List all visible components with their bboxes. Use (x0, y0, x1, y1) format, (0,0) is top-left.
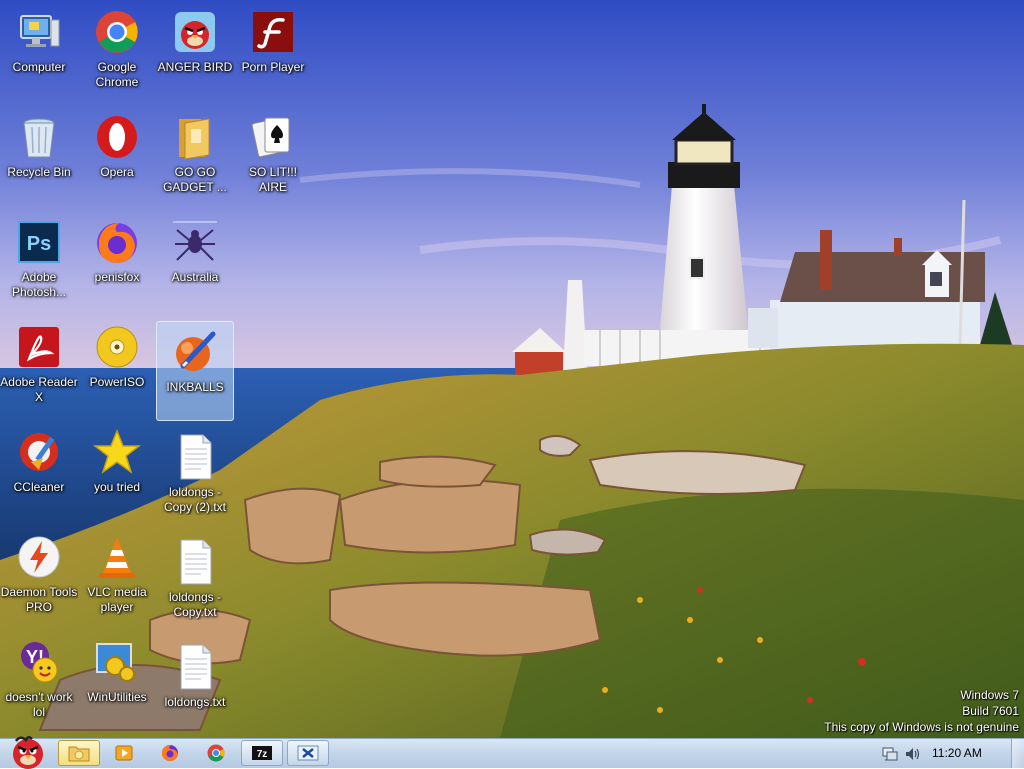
icon-label: Computer (12, 60, 66, 74)
desktop-icon-doesnt-work[interactable]: Y! doesn't work lol (0, 632, 78, 732)
icon-label: INKBALLS (166, 380, 224, 394)
desktop-icon-loldongs-copy[interactable]: loldongs - Copy.txt (156, 532, 234, 632)
flash-player-icon (253, 12, 293, 52)
icon-label: loldongs - Copy (2).txt (163, 485, 226, 514)
start-button-angry-bird-icon[interactable] (2, 733, 52, 769)
winutilities-icon (96, 643, 135, 682)
desktop-icon-loldongs-copy-2[interactable]: loldongs - Copy (2).txt (156, 427, 234, 527)
taskbar-7zip-button[interactable]: 7z (241, 740, 283, 766)
icon-label: doesn't work lol (5, 690, 73, 719)
firefox-icon (97, 223, 137, 263)
chrome-icon (96, 11, 138, 53)
desktop-icon-go-go-gadget[interactable]: GO GO GADGET ... (156, 107, 234, 207)
watermark-os-name: Windows 7 (960, 688, 1019, 702)
icon-label: Adobe Photosh... (11, 270, 67, 299)
desktop-icon-google-chrome[interactable]: Google Chrome (78, 2, 156, 102)
icon-label: Adobe Reader X (0, 375, 78, 404)
icon-label: CCleaner (13, 480, 65, 494)
desktop-icon-adobe-photoshop[interactable]: Ps Adobe Photosh... (0, 212, 78, 312)
icon-label: Opera (100, 165, 134, 179)
desktop-icon-you-tried[interactable]: you tried (78, 422, 156, 522)
taskbar-chrome-button[interactable] (195, 740, 237, 766)
icon-label: you tried (93, 480, 141, 494)
taskbar-media-player-button[interactable] (103, 740, 145, 766)
icon-label: Porn Player (241, 60, 305, 74)
icon-label: Recycle Bin (7, 165, 71, 179)
taskbar-clock[interactable]: 11:20 AM (932, 746, 982, 760)
angry-bird-icon (175, 12, 215, 52)
desktop-icon-poweriso[interactable]: PowerISO (78, 317, 156, 417)
icon-label: loldongs - Copy.txt (168, 590, 222, 619)
taskbar: 7z 11:20 AM (0, 736, 1024, 769)
gold-star-icon (93, 428, 141, 474)
7zip-icon: 7z (252, 746, 272, 760)
xmind-icon (297, 745, 319, 761)
system-tray: 11:20 AM (874, 739, 1024, 768)
icon-label: PowerISO (89, 375, 145, 389)
spider-solitaire-icon (173, 221, 217, 261)
icon-label: GO GO GADGET ... (163, 165, 227, 194)
explorer-icon (68, 746, 90, 762)
icon-label: Australia (171, 270, 219, 284)
desktop-icon-computer[interactable]: Computer (0, 2, 78, 102)
icon-label: WinUtilities (87, 690, 147, 704)
desktop-icon-so-lit-aire[interactable]: SO LIT!!! AIRE (234, 107, 312, 207)
volume-icon[interactable] (904, 746, 920, 762)
taskbar-firefox-button[interactable] (149, 740, 191, 766)
watermark-genuine-notice: This copy of Windows is not genuine (824, 720, 1019, 734)
icon-label: Daemon Tools PRO (0, 585, 78, 614)
desktop-icon-winutilities[interactable]: WinUtilities (78, 632, 156, 732)
inkball-icon (176, 331, 216, 371)
desktop-icon-australia[interactable]: Australia (156, 212, 234, 312)
text-file-icon (180, 539, 212, 585)
icon-label: penisfox (94, 270, 140, 284)
icon-label: ANGER BIRD (157, 60, 233, 74)
poweriso-disc-icon (96, 326, 138, 368)
chrome-icon (207, 744, 225, 762)
show-desktop-button[interactable] (1011, 739, 1024, 768)
opera-icon (97, 116, 137, 158)
svg-text:7z: 7z (257, 749, 268, 760)
yahoo-messenger-icon: Y! (21, 642, 58, 683)
firefox-icon (162, 745, 178, 761)
windows-genuine-watermark: Windows 7 Build 7601 This copy of Window… (824, 687, 1019, 735)
ccleaner-icon (20, 433, 58, 471)
taskbar-explorer-button[interactable] (58, 740, 100, 766)
text-file-icon (180, 644, 212, 690)
media-player-icon (115, 745, 133, 761)
folder-icon (179, 118, 210, 160)
desktop-icon-vlc[interactable]: VLC media player (78, 527, 156, 627)
desktop-icon-inkballs[interactable]: INKBALLS (156, 321, 234, 421)
icon-label: loldongs.txt (164, 695, 226, 709)
network-icon[interactable] (882, 746, 898, 762)
desktop-icon-anger-bird[interactable]: ANGER BIRD (156, 2, 234, 102)
desktop-icon-penisfox[interactable]: penisfox (78, 212, 156, 312)
solitaire-cards-icon (251, 117, 290, 158)
computer-icon (20, 15, 60, 47)
svg-text:Ps: Ps (27, 233, 51, 255)
desktop-icon-opera[interactable]: Opera (78, 107, 156, 207)
desktop-icon-ccleaner[interactable]: CCleaner (0, 422, 78, 522)
watermark-build: Build 7601 (962, 704, 1019, 718)
taskbar-xmind-button[interactable] (287, 740, 329, 766)
photoshop-icon: Ps (18, 221, 60, 263)
recycle-bin-icon (23, 118, 55, 158)
icon-label: SO LIT!!! AIRE (248, 165, 297, 194)
text-file-icon (180, 434, 212, 480)
adobe-reader-icon (19, 327, 59, 367)
icon-label: VLC media player (87, 585, 147, 614)
desktop-icon-loldongs[interactable]: loldongs.txt (156, 637, 234, 737)
desktop-icon-porn-player[interactable]: Porn Player (234, 2, 312, 102)
desktop-icon-adobe-reader[interactable]: Adobe Reader X (0, 317, 78, 417)
vlc-cone-icon (99, 537, 135, 578)
desktop-icon-recycle-bin[interactable]: Recycle Bin (0, 107, 78, 207)
desktop-icon-daemon-tools[interactable]: Daemon Tools PRO (0, 527, 78, 627)
icon-label: Google Chrome (95, 60, 139, 89)
daemon-tools-icon (18, 536, 60, 578)
